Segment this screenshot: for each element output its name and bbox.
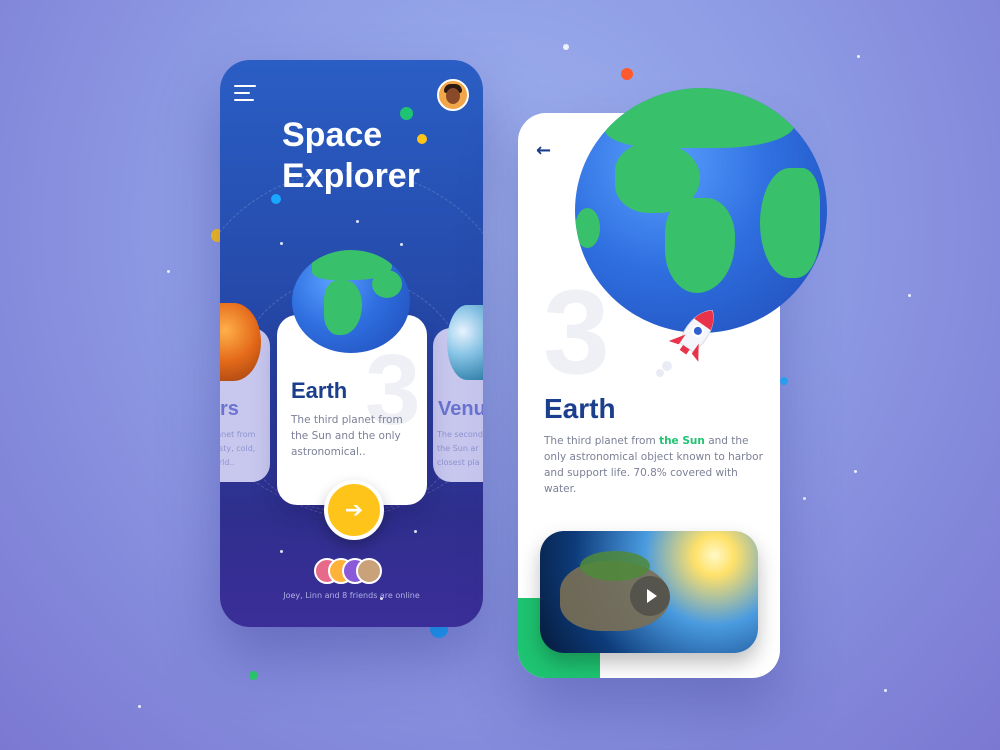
planet-name: Venu: [438, 398, 483, 420]
decor-star: [356, 220, 359, 223]
planet-list-screen: Space Explorer rs lanet from usty, cold,…: [220, 60, 483, 627]
venus-planet-image: [447, 305, 483, 380]
play-button[interactable]: [630, 576, 670, 616]
arrow-right-icon: ➔: [344, 497, 364, 523]
play-icon: [646, 589, 657, 603]
earth-hero-image: [575, 88, 827, 333]
decor-star: [138, 705, 141, 708]
decor-star: [884, 689, 887, 692]
hamburger-menu-icon[interactable]: [234, 85, 256, 101]
decor-dot-blue: [780, 377, 788, 385]
decor-star: [167, 270, 170, 273]
video-thumbnail[interactable]: [540, 531, 758, 653]
planet-title: Earth: [544, 393, 616, 424]
decor-dot-yellow: [417, 134, 427, 144]
app-title: Space Explorer: [282, 116, 420, 195]
friend-avatar: [356, 558, 382, 584]
rocket-icon: [656, 309, 714, 377]
decor-star: [563, 44, 569, 50]
online-friends-avatars[interactable]: [314, 558, 394, 584]
decor-star: [280, 242, 283, 245]
online-friends-text: Joey, Linn and 8 friends are online: [283, 591, 420, 600]
arrow-left-icon[interactable]: ←: [536, 140, 551, 161]
planet-description: The third planet from the Sun and the on…: [291, 414, 403, 458]
decor-star: [280, 550, 283, 553]
decor-star: [857, 55, 860, 58]
decor-dot-green: [400, 107, 413, 120]
decor-dot-blue: [271, 194, 281, 204]
decor-dot-green: [249, 671, 258, 680]
decor-star: [854, 470, 857, 473]
profile-avatar[interactable]: [437, 79, 469, 111]
decor-star: [803, 497, 806, 500]
earth-planet-image: [292, 250, 410, 353]
planet-name: Earth: [291, 378, 348, 403]
planet-name: rs: [220, 398, 239, 420]
decor-star: [908, 294, 911, 297]
decor-star: [414, 530, 417, 533]
planet-description: The second the Sun ar closest pla: [437, 430, 483, 467]
planet-description: The third planet from the Sun and the on…: [544, 435, 763, 495]
go-button[interactable]: ➔: [324, 480, 384, 540]
decor-star: [400, 243, 403, 246]
decor-dot-orange: [621, 68, 633, 80]
highlight-sun: the Sun: [659, 435, 705, 447]
